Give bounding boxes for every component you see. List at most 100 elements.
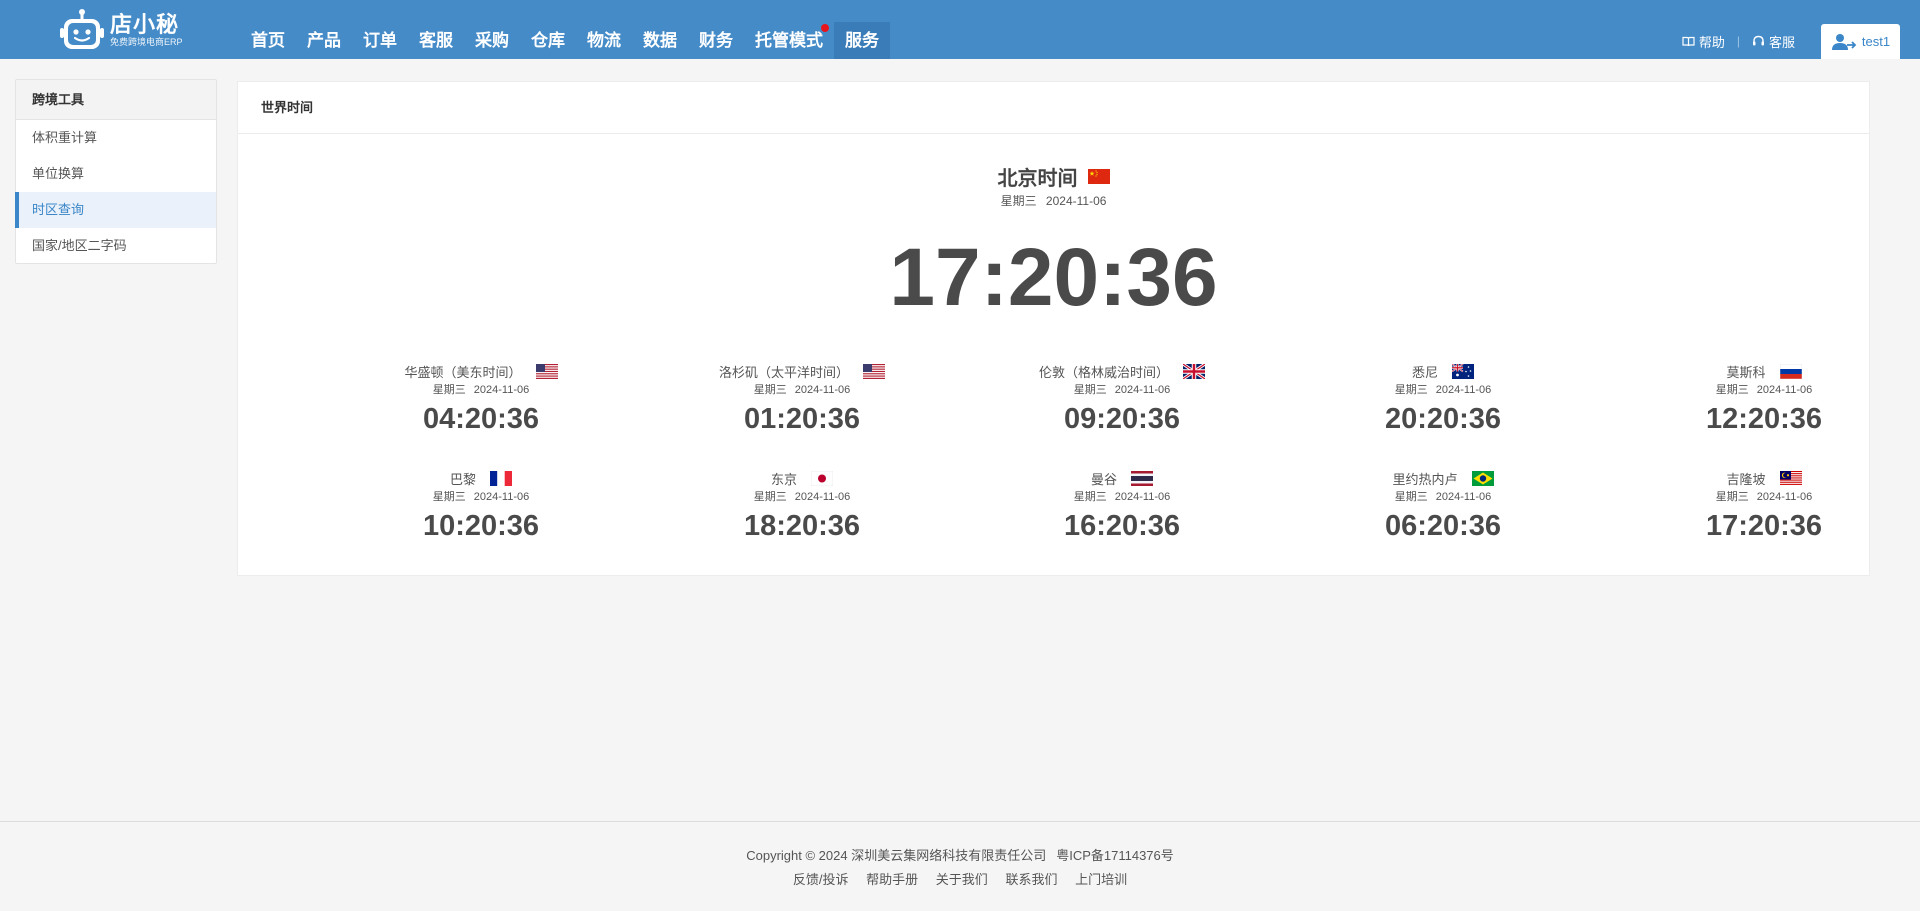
city-weekday: 星期三 (1715, 491, 1749, 503)
us-flag-icon (863, 363, 885, 379)
main-weekday: 星期三 (1000, 194, 1037, 208)
sidebar-item-volume-weight[interactable]: 体积重计算 (16, 120, 216, 156)
user-icon (1831, 33, 1857, 50)
sidebar-item-timezone[interactable]: 时区查询 (15, 192, 216, 228)
city-time: 17:20:36 (1705, 510, 1823, 542)
city-name: 东京 (770, 471, 797, 487)
nav-products[interactable]: 产品 (296, 22, 352, 59)
copyright-text: Copyright © 2024 深圳美云集网络科技有限责任公司 (746, 848, 1047, 863)
city-weekday: 星期三 (753, 384, 787, 396)
page-footer: Copyright © 2024 深圳美云集网络科技有限责任公司 粤ICP备171… (0, 821, 1920, 911)
city-name: 洛杉矶（太平洋时间） (718, 364, 849, 380)
nav-customer-service[interactable]: 客服 (408, 22, 464, 59)
ru-flag-icon (1779, 363, 1802, 379)
city-weekday: 星期三 (1394, 384, 1428, 396)
nav-data[interactable]: 数据 (632, 22, 688, 59)
sidebar-item-country-codes[interactable]: 国家/地区二字码 (16, 228, 216, 264)
footer-link-help-manual[interactable]: 帮助手册 (866, 872, 918, 887)
city-weekday: 星期三 (753, 491, 787, 503)
city-weekday: 星期三 (1073, 491, 1107, 503)
header-separator: | (1736, 34, 1740, 48)
city-card-washington: 华盛顿（美东时间） 星期三 2024-11-06 04:20:36 (321, 361, 641, 436)
nav-logistics[interactable]: 物流 (576, 22, 632, 59)
city-name: 里约热内卢 (1392, 471, 1458, 487)
city-name: 伦敦（格林威治时间） (1038, 364, 1169, 380)
help-label: 帮助 (1698, 34, 1725, 50)
city-date: 2024-11-06 (1756, 384, 1813, 396)
city-card-los-angeles: 洛杉矶（太平洋时间） 星期三 2024-11-06 01:20:36 (642, 361, 962, 436)
city-time: 01:20:36 (743, 403, 861, 435)
city-time: 06:20:36 (1384, 510, 1502, 542)
fr-flag-icon (490, 470, 512, 486)
city-card-london: 伦敦（格林威治时间） 星期三 2024-11-06 09:20:36 (962, 361, 1282, 436)
user-name: test1 (1861, 34, 1891, 49)
panel-title: 世界时间 (238, 82, 1869, 134)
city-date: 2024-11-06 (1756, 491, 1813, 503)
city-card-bangkok: 曼谷 星期三 2024-11-06 16:20:36 (962, 468, 1282, 543)
copyright-line: Copyright © 2024 深圳美云集网络科技有限责任公司 粤ICP备171… (0, 845, 1920, 864)
help-link[interactable]: 帮助 (1682, 24, 1725, 58)
city-date: 2024-11-06 (1114, 491, 1171, 503)
sidebar-title: 跨境工具 (16, 80, 216, 120)
main-clock: 17:20:36 (889, 232, 1218, 323)
main-city-name: 北京时间 (998, 162, 1110, 191)
city-card-tokyo: 东京 星期三 2024-11-06 18:20:36 (642, 468, 962, 543)
sidebar-item-unit-conversion[interactable]: 单位换算 (16, 156, 216, 192)
nav-home[interactable]: 首页 (240, 22, 296, 59)
nav-finance[interactable]: 财务 (688, 22, 744, 59)
nav-hosting-mode[interactable]: 托管模式 (744, 22, 834, 59)
city-date: 2024-11-06 (794, 491, 851, 503)
icp-link[interactable]: 粤ICP备17114376号 (1056, 848, 1174, 863)
main-date-value: 2024-11-06 (1045, 194, 1107, 208)
my-flag-icon (1779, 470, 1802, 486)
city-card-rio-de-janeiro: 里约热内卢 星期三 2024-11-06 06:20:36 (1283, 468, 1603, 543)
city-date: 2024-11-06 (1435, 384, 1492, 396)
city-date: 2024-11-06 (1435, 491, 1492, 503)
nav-hosting-mode-label: 托管模式 (755, 31, 823, 50)
city-weekday: 星期三 (1715, 384, 1749, 396)
main-city: 北京时间 (238, 162, 1869, 191)
headset-icon (1752, 35, 1764, 46)
city-card-moscow: 莫斯科 星期三 2024-11-06 12:20:36 (1604, 361, 1920, 436)
world-time-panel: 世界时间 北京时间 星期三 2024-11-06 17:20:36 华盛顿（美东… (237, 81, 1870, 576)
nav-warehouse[interactable]: 仓库 (520, 22, 576, 59)
nav-orders[interactable]: 订单 (352, 22, 408, 59)
top-navbar: 店小秘 免费跨境电商ERP 首页 产品 订单 客服 采购 仓库 物流 数据 财务… (0, 0, 1920, 59)
city-time: 04:20:36 (422, 403, 540, 435)
city-date: 2024-11-06 (1114, 384, 1171, 396)
cn-flag-icon (1087, 169, 1110, 184)
nav-services[interactable]: 服务 (834, 22, 890, 59)
city-name: 吉隆坡 (1726, 471, 1766, 487)
th-flag-icon (1131, 470, 1153, 486)
city-time: 18:20:36 (743, 510, 861, 542)
city-card-paris: 巴黎 星期三 2024-11-06 10:20:36 (321, 468, 641, 543)
footer-link-contact-us[interactable]: 联系我们 (1005, 872, 1057, 887)
uk-flag-icon (1183, 363, 1205, 379)
city-weekday: 星期三 (432, 384, 466, 396)
nav-purchasing[interactable]: 采购 (464, 22, 520, 59)
footer-link-feedback[interactable]: 反馈/投诉 (793, 872, 849, 887)
jp-flag-icon (811, 470, 833, 486)
logo-brand: 店小秘 (110, 12, 180, 37)
city-name: 莫斯科 (1726, 364, 1766, 380)
robot-logo-icon (60, 9, 104, 49)
header-actions: 帮助 | 客服 test1 (1682, 24, 1900, 59)
customer-service-label: 客服 (1768, 34, 1795, 50)
city-date: 2024-11-06 (473, 491, 530, 503)
city-date: 2024-11-06 (794, 384, 851, 396)
city-name: 曼谷 (1090, 471, 1117, 487)
customer-service-link[interactable]: 客服 (1752, 24, 1795, 58)
au-flag-icon (1452, 363, 1474, 379)
city-time: 12:20:36 (1705, 403, 1823, 435)
city-time: 09:20:36 (1063, 403, 1181, 435)
user-menu-button[interactable]: test1 (1821, 24, 1900, 59)
footer-link-about-us[interactable]: 关于我们 (936, 872, 988, 887)
city-time: 20:20:36 (1384, 403, 1502, 435)
city-name: 悉尼 (1411, 364, 1438, 380)
app-logo[interactable]: 店小秘 免费跨境电商ERP (58, 8, 188, 52)
footer-link-onsite-training[interactable]: 上门培训 (1075, 872, 1127, 887)
main-city-label: 北京时间 (997, 168, 1078, 190)
logo-slogan: 免费跨境电商ERP (110, 37, 183, 47)
city-weekday: 星期三 (1394, 491, 1428, 503)
city-time: 16:20:36 (1063, 510, 1181, 542)
